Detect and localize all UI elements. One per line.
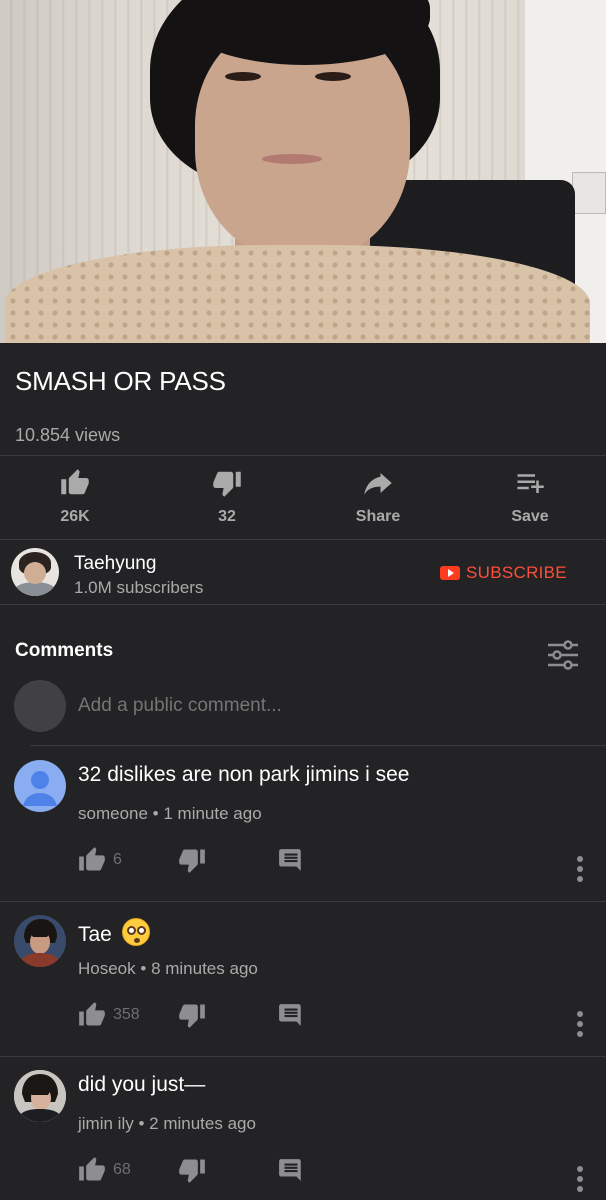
comment-avatar[interactable] — [14, 1070, 66, 1122]
channel-avatar[interactable] — [11, 548, 59, 596]
youtube-icon — [440, 566, 460, 580]
dislike-count: 32 — [218, 508, 236, 525]
share-button[interactable]: Share — [318, 456, 438, 538]
more-vert-icon[interactable] — [572, 854, 588, 884]
user-avatar — [14, 680, 66, 732]
share-icon — [364, 473, 392, 495]
comment-meta: Hoseok • 8 minutes ago — [78, 959, 258, 979]
reply-icon[interactable] — [278, 1157, 304, 1183]
divider — [0, 604, 606, 605]
channel-row: Taehyung 1.0M subscribers SUBSCRIBE — [0, 540, 606, 604]
comment-item: 32 dislikes are non park jimins i see so… — [0, 746, 606, 901]
comment-like-count: 358 — [113, 1006, 140, 1023]
comment-time: 2 minutes ago — [149, 1114, 256, 1133]
like-button[interactable]: 26K — [15, 456, 135, 538]
reply-icon[interactable] — [278, 1002, 304, 1028]
video-person-eye — [315, 72, 351, 81]
thumbs-down-icon[interactable] — [178, 1001, 206, 1029]
comment-meta: someone • 1 minute ago — [78, 804, 262, 824]
thumbs-down-icon — [213, 471, 241, 497]
comments-header[interactable]: Comments — [15, 640, 113, 662]
avatar-photo — [14, 915, 66, 967]
comment-avatar[interactable] — [14, 915, 66, 967]
meta-separator: • — [152, 804, 159, 823]
comment-like-count: 68 — [113, 1161, 131, 1178]
avatar-photo — [14, 1070, 66, 1122]
add-comment-row — [0, 676, 606, 738]
save-label: Save — [511, 508, 549, 525]
more-vert-icon[interactable] — [572, 1009, 588, 1039]
thumbs-up-icon[interactable] — [78, 1156, 106, 1184]
video-player[interactable] — [0, 0, 606, 343]
emoji-eye — [136, 926, 146, 935]
video-title: SMASH OR PASS — [15, 366, 226, 396]
save-button[interactable]: Save — [470, 456, 590, 538]
avatar-body — [13, 582, 57, 596]
subscribe-label: SUBSCRIBE — [466, 563, 567, 582]
action-bar: 26K 32 Share Save — [0, 456, 606, 538]
video-person-eye — [225, 72, 261, 81]
comment-author[interactable]: Hoseok — [78, 959, 136, 978]
thumbs-up-icon[interactable] — [78, 1001, 106, 1029]
channel-subscribers: 1.0M subscribers — [74, 578, 204, 597]
flushed-face-emoji — [121, 918, 150, 946]
avatar-face — [24, 562, 46, 584]
add-comment-input[interactable] — [78, 695, 558, 717]
comment-meta: jimin ily • 2 minutes ago — [78, 1114, 256, 1134]
share-label: Share — [355, 508, 401, 525]
comment-item: did you just— jimin ily • 2 minutes ago … — [0, 1056, 606, 1200]
comment-time: 1 minute ago — [163, 804, 262, 823]
dislike-button[interactable]: 32 — [167, 456, 287, 538]
meta-separator: • — [140, 959, 147, 978]
more-vert-icon[interactable] — [572, 1164, 588, 1194]
emoji-eye — [126, 926, 136, 935]
comment-item: Tae Hoseok • 8 minutes ago 358 — [0, 901, 606, 1056]
subscribe-button[interactable]: SUBSCRIBE — [440, 562, 567, 584]
emoji-mouth — [133, 938, 140, 943]
video-person-sweater — [5, 245, 590, 343]
comment-text-row: Tae — [78, 918, 150, 947]
thumbs-down-icon[interactable] — [178, 846, 206, 874]
thumbs-up-icon[interactable] — [78, 846, 106, 874]
comment-text: Tae — [78, 923, 112, 946]
comment-like-count: 6 — [113, 851, 122, 868]
video-person-mouth — [262, 154, 322, 164]
filter-icon[interactable] — [546, 638, 580, 672]
comment-text: did you just— — [78, 1073, 206, 1096]
comment-avatar[interactable] — [14, 760, 66, 812]
like-count: 26K — [60, 508, 90, 525]
comment-author[interactable]: jimin ily — [78, 1114, 134, 1133]
meta-separator: • — [138, 1114, 145, 1133]
thumbs-up-icon — [61, 469, 89, 495]
channel-name[interactable]: Taehyung — [74, 553, 156, 575]
comment-text: 32 dislikes are non park jimins i see — [78, 763, 410, 786]
comment-time: 8 minutes ago — [151, 959, 258, 978]
default-avatar-icon — [23, 771, 57, 806]
video-views: 10.854 views — [15, 425, 121, 445]
playlist-add-icon — [517, 474, 544, 493]
thumbs-down-icon[interactable] — [178, 1156, 206, 1184]
reply-icon[interactable] — [278, 847, 304, 873]
comment-author[interactable]: someone — [78, 804, 148, 823]
video-wall-switch — [572, 172, 606, 214]
